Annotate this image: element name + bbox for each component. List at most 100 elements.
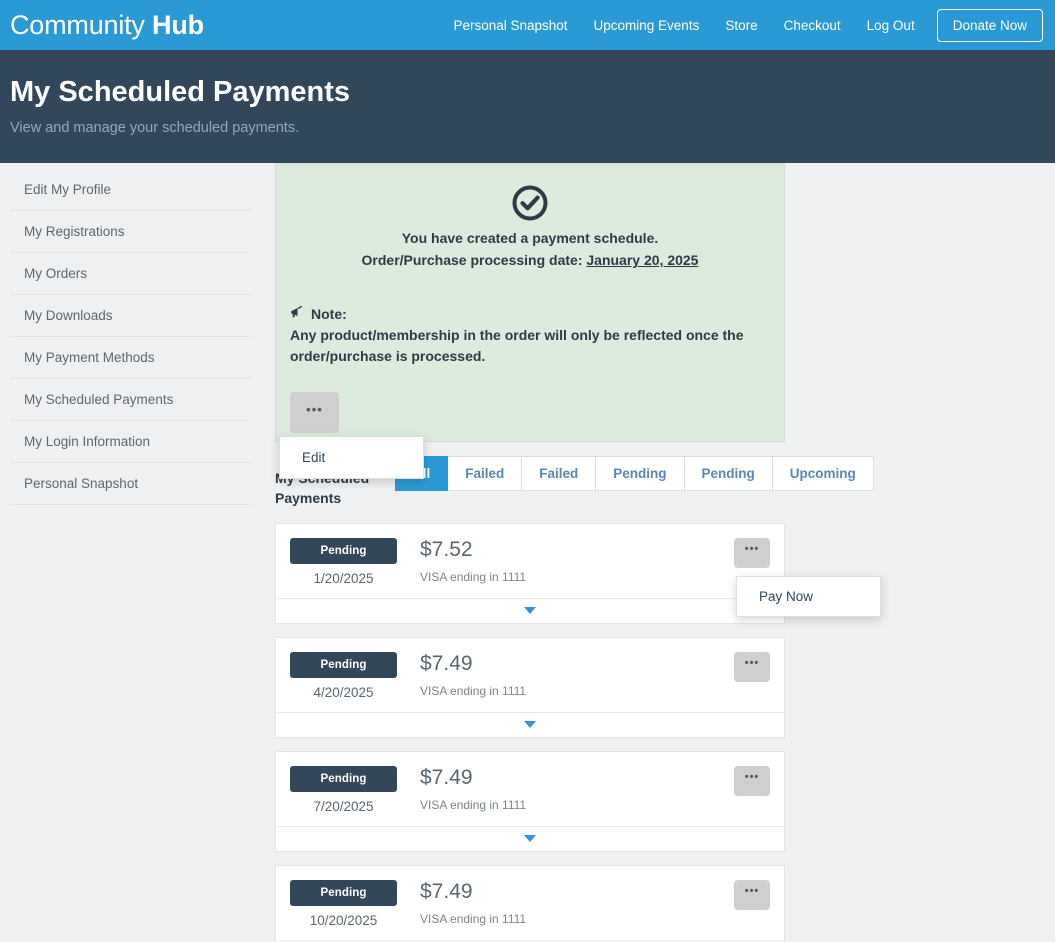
payment-card: Pending 1/20/2025 $7.52 VISA ending in 1… bbox=[275, 522, 881, 624]
payment-date: 4/20/2025 bbox=[313, 684, 374, 700]
brand-text-bold: Hub bbox=[152, 9, 204, 40]
alert-line-2-prefix: Order/Purchase processing date: bbox=[361, 252, 587, 269]
nav-checkout[interactable]: Checkout bbox=[771, 18, 854, 33]
alert-line-2: Order/Purchase processing date: January … bbox=[290, 249, 770, 271]
payment-card: Pending 10/20/2025 $7.49 VISA ending in … bbox=[275, 864, 785, 942]
alert-actions-dropdown: Edit bbox=[279, 436, 424, 479]
payment-card-details: $7.49 VISA ending in 1111 bbox=[397, 652, 526, 698]
alert-note-body: Any product/membership in the order will… bbox=[290, 326, 744, 365]
brand-text-light: Community bbox=[10, 9, 153, 40]
tab-upcoming[interactable]: Upcoming bbox=[772, 456, 874, 491]
payment-card-expand-toggle[interactable] bbox=[276, 711, 784, 737]
payment-card-left: Pending 10/20/2025 bbox=[290, 879, 397, 928]
menu-item-edit[interactable]: Edit bbox=[280, 437, 423, 478]
payment-card-body: Pending 10/20/2025 $7.49 VISA ending in … bbox=[276, 866, 784, 940]
kebab-dots-icon: ••• bbox=[306, 402, 323, 417]
status-badge: Pending bbox=[290, 765, 397, 792]
kebab-dots-icon: ••• bbox=[744, 657, 760, 670]
payment-amount: $7.49 bbox=[420, 879, 473, 903]
payment-method: VISA ending in 1111 bbox=[420, 911, 527, 926]
nav-store[interactable]: Store bbox=[712, 18, 770, 33]
payment-method: VISA ending in 1111 bbox=[420, 797, 527, 812]
status-badge: Pending bbox=[290, 537, 397, 564]
payment-amount: $7.49 bbox=[420, 765, 473, 789]
status-badge: Pending bbox=[290, 651, 397, 678]
sidebar-item-my-orders[interactable]: My Orders bbox=[10, 253, 252, 295]
sidebar-item-my-payment-methods[interactable]: My Payment Methods bbox=[10, 337, 252, 379]
payment-card-left: Pending 4/20/2025 bbox=[290, 651, 397, 700]
payment-kebab-wrapper: ••• bbox=[734, 765, 770, 796]
payment-card-details: $7.52 VISA ending in 1111 bbox=[397, 538, 526, 584]
top-navbar: Community Hub Personal Snapshot Upcoming… bbox=[0, 0, 1055, 50]
payment-card-left: Pending 7/20/2025 bbox=[290, 765, 397, 814]
payment-card-details: $7.49 VISA ending in 1111 bbox=[397, 766, 526, 812]
site-logo[interactable]: Community Hub bbox=[10, 10, 204, 41]
alert-icon-row bbox=[290, 184, 770, 227]
payment-card-left: Pending 1/20/2025 bbox=[290, 537, 397, 586]
alert-more-actions-button[interactable]: ••• bbox=[290, 392, 339, 433]
payment-card: Pending 7/20/2025 $7.49 VISA ending in 1… bbox=[275, 750, 785, 852]
payment-schedule-success-alert: You have created a payment schedule. Ord… bbox=[275, 163, 785, 442]
chevron-down-icon bbox=[524, 835, 536, 843]
payment-more-actions-button[interactable]: ••• bbox=[734, 651, 770, 682]
sidebar-item-personal-snapshot[interactable]: Personal Snapshot bbox=[10, 463, 252, 505]
chevron-down-icon bbox=[524, 607, 536, 615]
menu-item-pay-now[interactable]: Pay Now bbox=[737, 577, 880, 616]
payment-card-expand-toggle[interactable] bbox=[276, 597, 784, 623]
kebab-dots-icon: ••• bbox=[744, 885, 760, 898]
alert-kebab-wrapper: ••• bbox=[290, 392, 339, 433]
page-subtitle: View and manage your scheduled payments. bbox=[10, 120, 300, 137]
payment-method: VISA ending in 1111 bbox=[420, 683, 527, 698]
payment-kebab-wrapper: ••• bbox=[734, 537, 770, 568]
scheduled-payments-list: Pending 1/20/2025 $7.52 VISA ending in 1… bbox=[275, 522, 1055, 942]
nav-upcoming-events[interactable]: Upcoming Events bbox=[581, 18, 713, 33]
payment-card-body: Pending 4/20/2025 $7.49 VISA ending in 1… bbox=[276, 638, 784, 712]
nav-personal-snapshot[interactable]: Personal Snapshot bbox=[440, 18, 580, 33]
check-circle-icon bbox=[511, 184, 549, 227]
main-content: You have created a payment schedule. Ord… bbox=[262, 163, 1055, 942]
kebab-dots-icon: ••• bbox=[744, 543, 760, 556]
donate-now-button[interactable]: Donate Now bbox=[936, 8, 1043, 42]
page-body: Edit My Profile My Registrations My Orde… bbox=[0, 163, 1055, 942]
payment-more-actions-button[interactable]: ••• bbox=[734, 537, 770, 568]
tab-pending-2[interactable]: Pending bbox=[684, 456, 773, 491]
payment-date: 7/20/2025 bbox=[313, 798, 374, 814]
chevron-down-icon bbox=[524, 721, 536, 729]
payment-card-details: $7.49 VISA ending in 1111 bbox=[397, 880, 526, 926]
payment-card-body: Pending 1/20/2025 $7.52 VISA ending in 1… bbox=[276, 524, 784, 598]
payment-kebab-wrapper: ••• bbox=[734, 879, 770, 910]
sidebar-item-my-downloads[interactable]: My Downloads bbox=[10, 295, 252, 337]
alert-note-title: Note: bbox=[311, 306, 347, 323]
payment-method: VISA ending in 1111 bbox=[420, 569, 527, 584]
payment-amount: $7.52 bbox=[420, 537, 473, 561]
tab-failed-2[interactable]: Failed bbox=[522, 456, 597, 491]
payment-card-expand-toggle[interactable] bbox=[276, 825, 784, 851]
alert-note-title-row: Note: bbox=[290, 305, 770, 323]
sidebar-item-my-scheduled-payments[interactable]: My Scheduled Payments bbox=[10, 379, 252, 421]
kebab-dots-icon: ••• bbox=[744, 771, 760, 784]
processing-date: January 20, 2025 bbox=[586, 252, 699, 269]
payment-amount: $7.49 bbox=[420, 651, 473, 675]
payment-actions-dropdown: Pay Now bbox=[736, 575, 881, 617]
payment-kebab-wrapper: ••• bbox=[734, 651, 770, 682]
sidebar-item-my-login-information[interactable]: My Login Information bbox=[10, 421, 252, 463]
payment-more-actions-button[interactable]: ••• bbox=[734, 765, 770, 796]
status-badge: Pending bbox=[290, 879, 397, 906]
payment-card: Pending 4/20/2025 $7.49 VISA ending in 1… bbox=[275, 636, 785, 738]
primary-nav: Personal Snapshot Upcoming Events Store … bbox=[440, 8, 1043, 42]
payment-date: 10/20/2025 bbox=[309, 912, 378, 928]
page-header-band: My Scheduled Payments View and manage yo… bbox=[0, 50, 1055, 163]
payment-card-body: Pending 7/20/2025 $7.49 VISA ending in 1… bbox=[276, 752, 784, 826]
payment-more-actions-button[interactable]: ••• bbox=[734, 879, 770, 910]
megaphone-icon bbox=[290, 305, 305, 323]
payment-date: 1/20/2025 bbox=[313, 570, 374, 586]
alert-line-1: You have created a payment schedule. bbox=[401, 230, 659, 246]
nav-log-out[interactable]: Log Out bbox=[854, 18, 928, 33]
account-sidebar: Edit My Profile My Registrations My Orde… bbox=[0, 163, 262, 505]
sidebar-item-my-registrations[interactable]: My Registrations bbox=[10, 211, 252, 253]
tab-pending-1[interactable]: Pending bbox=[596, 456, 685, 491]
tab-failed-1[interactable]: Failed bbox=[448, 456, 523, 491]
page-title: My Scheduled Payments bbox=[10, 76, 351, 108]
sidebar-item-edit-my-profile[interactable]: Edit My Profile bbox=[10, 169, 252, 211]
status-filter-tabs: All Failed Failed Pending Pending Upcomi… bbox=[395, 456, 874, 491]
